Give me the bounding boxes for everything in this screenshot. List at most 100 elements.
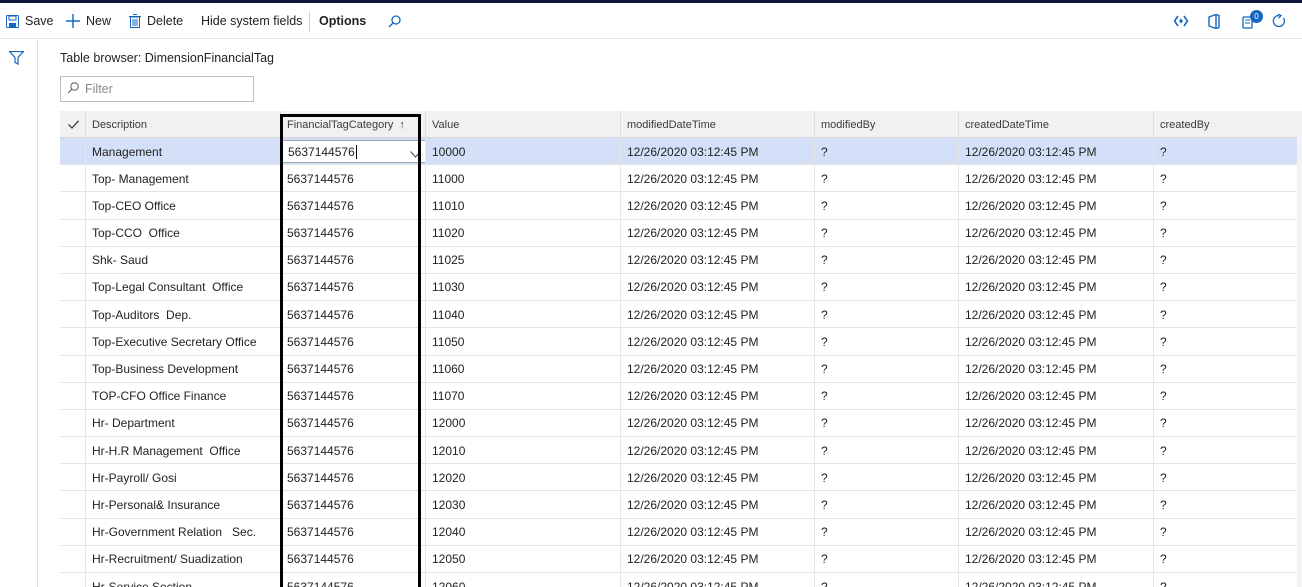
table-row[interactable]: Management 5637144576 10000 12/26/2020 03:1…	[60, 138, 1302, 166]
cell-createdby[interactable]: ?	[1153, 355, 1302, 383]
filter-field[interactable]	[60, 76, 254, 102]
cell-financialtagcategory[interactable]: 5637144576	[280, 464, 426, 492]
cell-value[interactable]: 12060	[425, 573, 621, 587]
row-select-cell[interactable]	[60, 328, 87, 355]
column-header-description[interactable]: Description	[85, 111, 281, 138]
cell-modifieddatetime[interactable]: 12/26/2020 03:12:45 PM	[620, 273, 815, 301]
cell-financialtagcategory[interactable]: 5637144576	[280, 138, 426, 165]
cell-financialtagcategory[interactable]: 5637144576	[280, 355, 426, 383]
row-select-cell[interactable]	[60, 356, 87, 383]
cell-createdby[interactable]: ?	[1153, 409, 1302, 437]
cell-createdby[interactable]: ?	[1153, 219, 1302, 247]
cell-createddatetime[interactable]: 12/26/2020 03:12:45 PM	[958, 545, 1154, 573]
cell-createdby[interactable]: ?	[1153, 301, 1302, 329]
row-select-cell[interactable]	[60, 491, 87, 518]
cell-createddatetime[interactable]: 12/26/2020 03:12:45 PM	[958, 246, 1154, 274]
cell-value[interactable]: 11070	[425, 382, 621, 410]
cell-createdby[interactable]: ?	[1153, 138, 1302, 165]
cell-createddatetime[interactable]: 12/26/2020 03:12:45 PM	[958, 573, 1154, 587]
column-header-modifieddatetime[interactable]: modifiedDateTime	[620, 111, 815, 138]
cell-value[interactable]: 11030	[425, 273, 621, 301]
cell-modifieddatetime[interactable]: 12/26/2020 03:12:45 PM	[620, 138, 815, 165]
cell-financialtagcategory[interactable]: 5637144576	[280, 165, 426, 193]
cell-description[interactable]: Hr-Recruitment/ Suadization	[85, 545, 281, 573]
table-row[interactable]: Hr-Recruitment/ Suadization 5637144576 120…	[60, 545, 1302, 573]
cell-createdby[interactable]: ?	[1153, 491, 1302, 519]
row-select-cell[interactable]	[60, 410, 87, 437]
cell-modifiedby[interactable]: ?	[814, 328, 959, 356]
table-row[interactable]: Hr-Personal& Insurance 5637144576 12030 12/…	[60, 491, 1302, 519]
cell-financialtagcategory[interactable]: 5637144576	[280, 409, 426, 437]
cell-createddatetime[interactable]: 12/26/2020 03:12:45 PM	[958, 192, 1154, 220]
cell-financialtagcategory[interactable]: 5637144576	[280, 491, 426, 519]
table-row[interactable]: Shk- Saud 5637144576 11025 12/26/2020 03:12…	[60, 246, 1302, 274]
cell-financialtagcategory[interactable]: 5637144576	[280, 573, 426, 587]
filter-input[interactable]	[85, 82, 245, 96]
cell-modifieddatetime[interactable]: 12/26/2020 03:12:45 PM	[620, 464, 815, 492]
cell-description[interactable]: Top- Management	[85, 165, 281, 193]
cell-createddatetime[interactable]: 12/26/2020 03:12:45 PM	[958, 464, 1154, 492]
cell-createdby[interactable]: ?	[1153, 573, 1302, 587]
cell-modifieddatetime[interactable]: 12/26/2020 03:12:45 PM	[620, 545, 815, 573]
cell-value[interactable]: 12000	[425, 409, 621, 437]
table-row[interactable]: Hr-Government Relation Sec. 5637144576 120…	[60, 518, 1302, 546]
cell-modifiedby[interactable]: ?	[814, 464, 959, 492]
cell-description[interactable]: Hr- Department	[85, 409, 281, 437]
cell-modifieddatetime[interactable]: 12/26/2020 03:12:45 PM	[620, 437, 815, 465]
row-select-cell[interactable]	[60, 464, 87, 491]
table-row[interactable]: Top-Auditors Dep. 5637144576 11040 12/26/20…	[60, 301, 1302, 329]
cell-value[interactable]: 11000	[425, 165, 621, 193]
cell-modifieddatetime[interactable]: 12/26/2020 03:12:45 PM	[620, 165, 815, 193]
cell-value[interactable]: 12040	[425, 518, 621, 546]
cell-value[interactable]: 12030	[425, 491, 621, 519]
notifications-button[interactable]: 0	[1242, 3, 1263, 39]
row-select-cell[interactable]	[60, 546, 87, 573]
cell-description[interactable]: Hr-Personal& Insurance	[85, 491, 281, 519]
cell-modifieddatetime[interactable]: 12/26/2020 03:12:45 PM	[620, 491, 815, 519]
cell-createdby[interactable]: ?	[1153, 246, 1302, 274]
cell-createddatetime[interactable]: 12/26/2020 03:12:45 PM	[958, 491, 1154, 519]
cell-modifieddatetime[interactable]: 12/26/2020 03:12:45 PM	[620, 382, 815, 410]
cell-modifiedby[interactable]: ?	[814, 573, 959, 587]
cell-financialtagcategory[interactable]: 5637144576	[280, 382, 426, 410]
cell-createddatetime[interactable]: 12/26/2020 03:12:45 PM	[958, 382, 1154, 410]
cell-createddatetime[interactable]: 12/26/2020 03:12:45 PM	[958, 328, 1154, 356]
cell-modifiedby[interactable]: ?	[814, 491, 959, 519]
table-row[interactable]: Top-CCO Office 5637144576 11020 12/26/2020 …	[60, 219, 1302, 247]
vertical-scrollbar[interactable]	[1297, 111, 1302, 587]
column-header-financialtagcategory[interactable]: FinancialTagCategory ↑	[280, 111, 426, 138]
row-select-cell[interactable]	[60, 383, 87, 410]
cell-createddatetime[interactable]: 12/26/2020 03:12:45 PM	[958, 518, 1154, 546]
cell-value[interactable]: 10000	[425, 138, 621, 165]
column-header-value[interactable]: Value	[425, 111, 621, 138]
cell-financialtagcategory[interactable]: 5637144576	[280, 246, 426, 274]
search-button[interactable]	[388, 3, 401, 39]
cell-modifiedby[interactable]: ?	[814, 273, 959, 301]
row-select-cell[interactable]	[60, 573, 87, 587]
cell-createdby[interactable]: ?	[1153, 165, 1302, 193]
office-button[interactable]	[1208, 3, 1220, 39]
cell-value[interactable]: 11060	[425, 355, 621, 383]
cell-financialtagcategory[interactable]: 5637144576	[280, 301, 426, 329]
cell-createddatetime[interactable]: 12/26/2020 03:12:45 PM	[958, 355, 1154, 383]
cell-financialtagcategory[interactable]: 5637144576	[280, 518, 426, 546]
cell-value[interactable]: 12010	[425, 437, 621, 465]
financialtagcategory-dropdown[interactable]: 5637144576	[281, 140, 426, 163]
table-row[interactable]: Top-Executive Secretary Office 5637144576…	[60, 328, 1302, 356]
cell-description[interactable]: Hr-Payroll/ Gosi	[85, 464, 281, 492]
cell-financialtagcategory[interactable]: 5637144576	[280, 219, 426, 247]
column-header-createddatetime[interactable]: createdDateTime	[958, 111, 1154, 138]
cell-modifieddatetime[interactable]: 12/26/2020 03:12:45 PM	[620, 219, 815, 247]
cell-description[interactable]: Hr-H.R Management Office	[85, 437, 281, 465]
cell-financialtagcategory[interactable]: 5637144576	[280, 192, 426, 220]
cell-description[interactable]: TOP-CFO Office Finance	[85, 382, 281, 410]
row-select-cell[interactable]	[60, 519, 87, 546]
row-select-cell[interactable]	[60, 165, 87, 192]
cell-modifieddatetime[interactable]: 12/26/2020 03:12:45 PM	[620, 573, 815, 587]
cell-modifiedby[interactable]: ?	[814, 165, 959, 193]
cell-modifieddatetime[interactable]: 12/26/2020 03:12:45 PM	[620, 518, 815, 546]
cell-modifiedby[interactable]: ?	[814, 246, 959, 274]
cell-modifiedby[interactable]: ?	[814, 301, 959, 329]
cell-description[interactable]: Top-CCO Office	[85, 219, 281, 247]
cell-value[interactable]: 11050	[425, 328, 621, 356]
